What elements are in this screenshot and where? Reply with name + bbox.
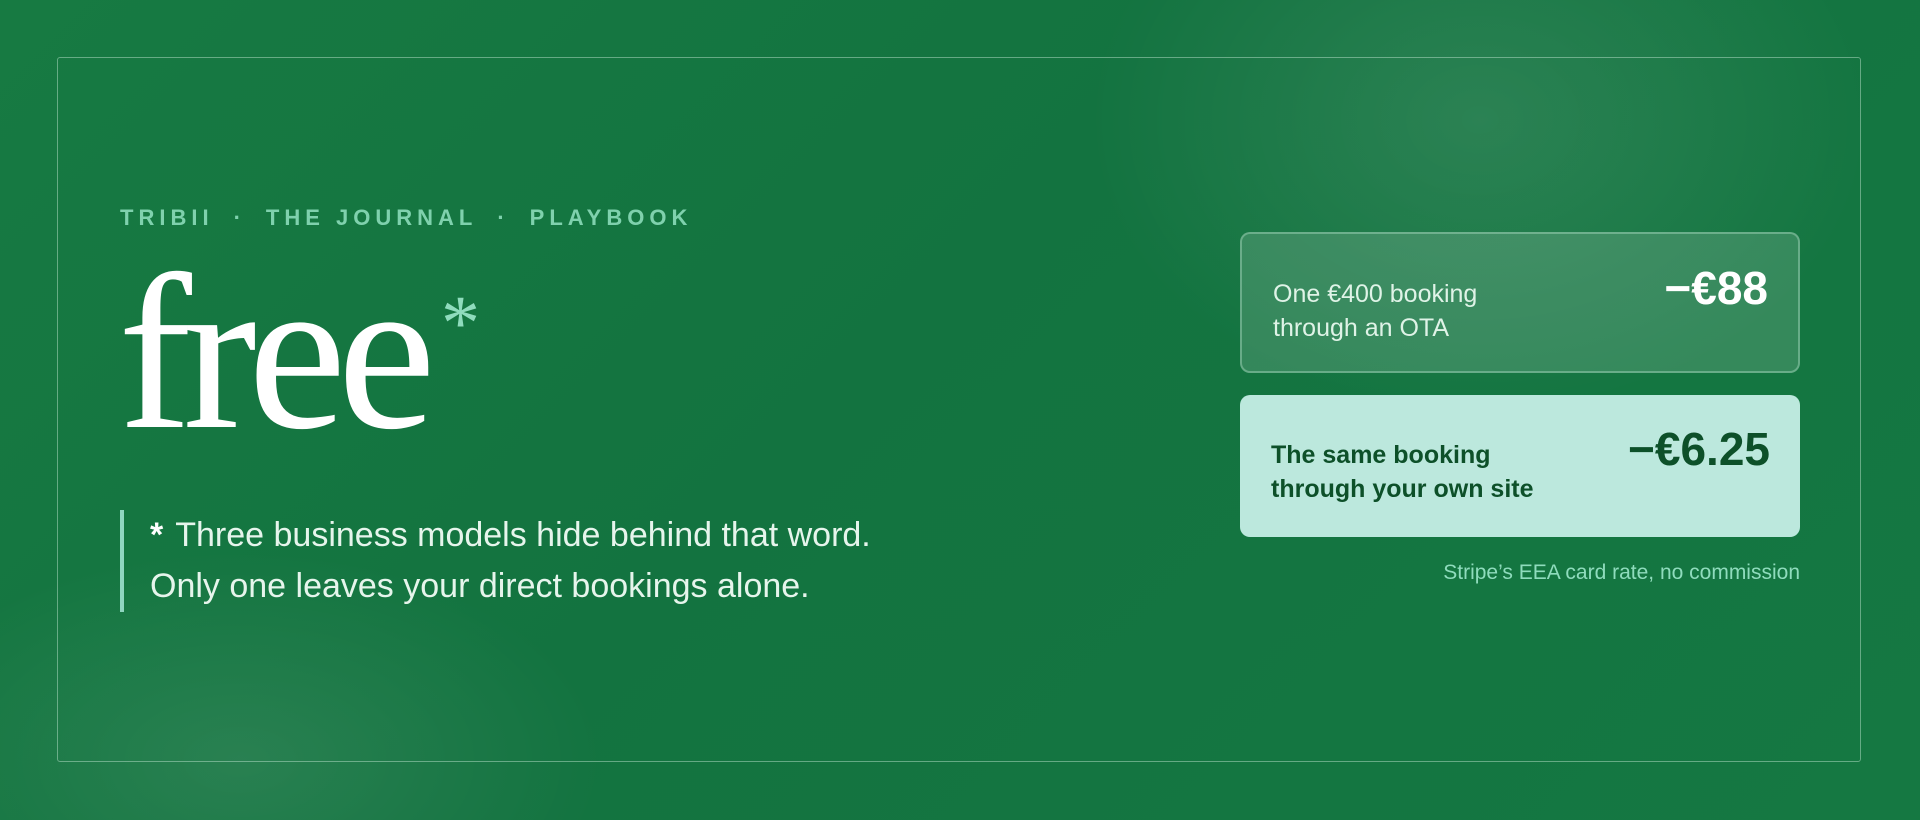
- ota-cost-label-line-2: through an OTA: [1273, 314, 1450, 342]
- kicker-category: PLAYBOOK: [529, 205, 693, 230]
- footnote-line-1: * Three business models hide behind that …: [150, 510, 940, 561]
- direct-cost-amount: −€6.25: [1628, 423, 1770, 475]
- headline-asterisk: *: [440, 279, 480, 366]
- ota-cost-amount: −€88: [1664, 262, 1768, 314]
- footnote-text-1: Three business models hide behind that w…: [175, 516, 871, 554]
- kicker-brand: TRIBII: [120, 205, 214, 230]
- footnote-line-2: Only one leaves your direct bookings alo…: [150, 567, 810, 605]
- ota-cost-label: One €400 booking through an OTA: [1273, 277, 1477, 345]
- direct-cost-card: The same booking through your own site −…: [1240, 395, 1800, 537]
- kicker-separator: ·: [497, 205, 505, 230]
- footnote-marker: *: [150, 516, 164, 554]
- direct-cost-label-line-1: The same booking: [1271, 441, 1491, 469]
- ota-cost-card: One €400 booking through an OTA −€88: [1240, 232, 1800, 373]
- direct-cost-label-line-2: through your own site: [1271, 475, 1534, 503]
- headline: free *: [118, 242, 480, 472]
- rate-footnote: Stripe’s EEA card rate, no commission: [1443, 561, 1800, 584]
- direct-cost-label: The same booking through your own site: [1271, 438, 1534, 506]
- footnote-quote: * Three business models hide behind that …: [120, 510, 940, 612]
- kicker-breadcrumb: TRIBII · THE JOURNAL · PLAYBOOK: [120, 205, 692, 231]
- ota-cost-label-line-1: One €400 booking: [1273, 280, 1478, 308]
- headline-word: free: [118, 230, 436, 476]
- kicker-separator: ·: [233, 205, 241, 230]
- kicker-section: THE JOURNAL: [265, 205, 478, 230]
